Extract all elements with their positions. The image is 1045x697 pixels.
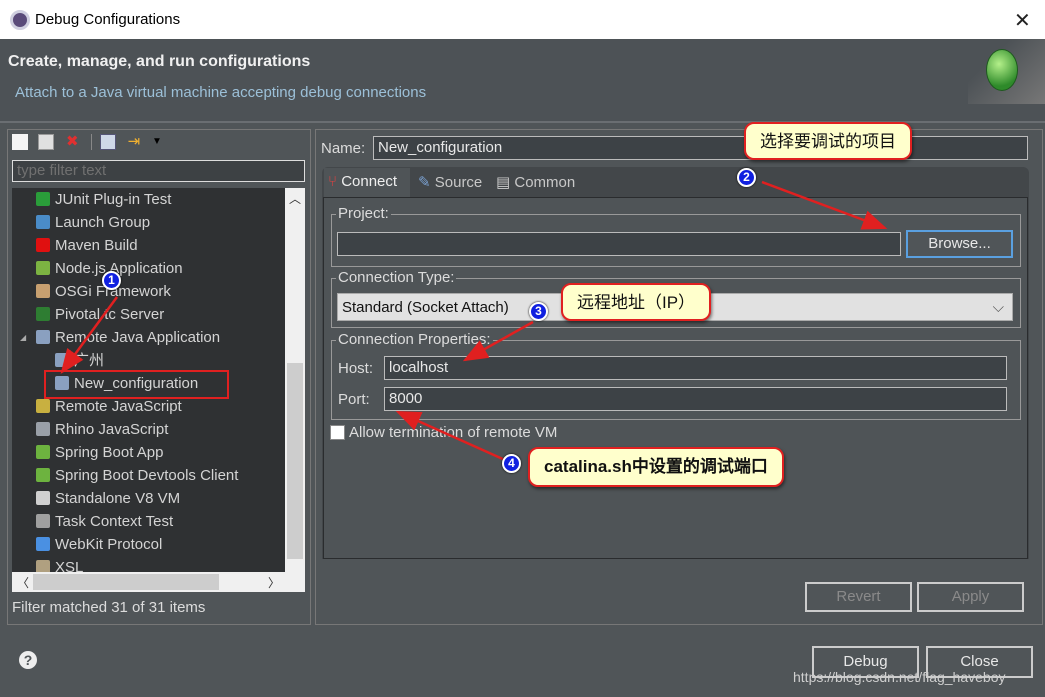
arrow-1 [60,296,119,375]
arrow-2 [761,180,888,230]
callout-remote-address: 远程地址（IP） [561,283,712,321]
callout-debug-port: catalina.sh中设置的调试端口 [528,447,784,487]
annotation-marker-2: 2 [737,168,756,187]
callout-select-project: 选择要调试的项目 [744,122,912,160]
arrow-3 [462,320,534,362]
annotation-arrows [60,180,888,462]
annotation-marker-4: 4 [502,454,521,473]
annotation-marker-1: 1 [102,271,121,290]
arrow-4 [395,410,506,462]
annotation-marker-3: 3 [529,302,548,321]
